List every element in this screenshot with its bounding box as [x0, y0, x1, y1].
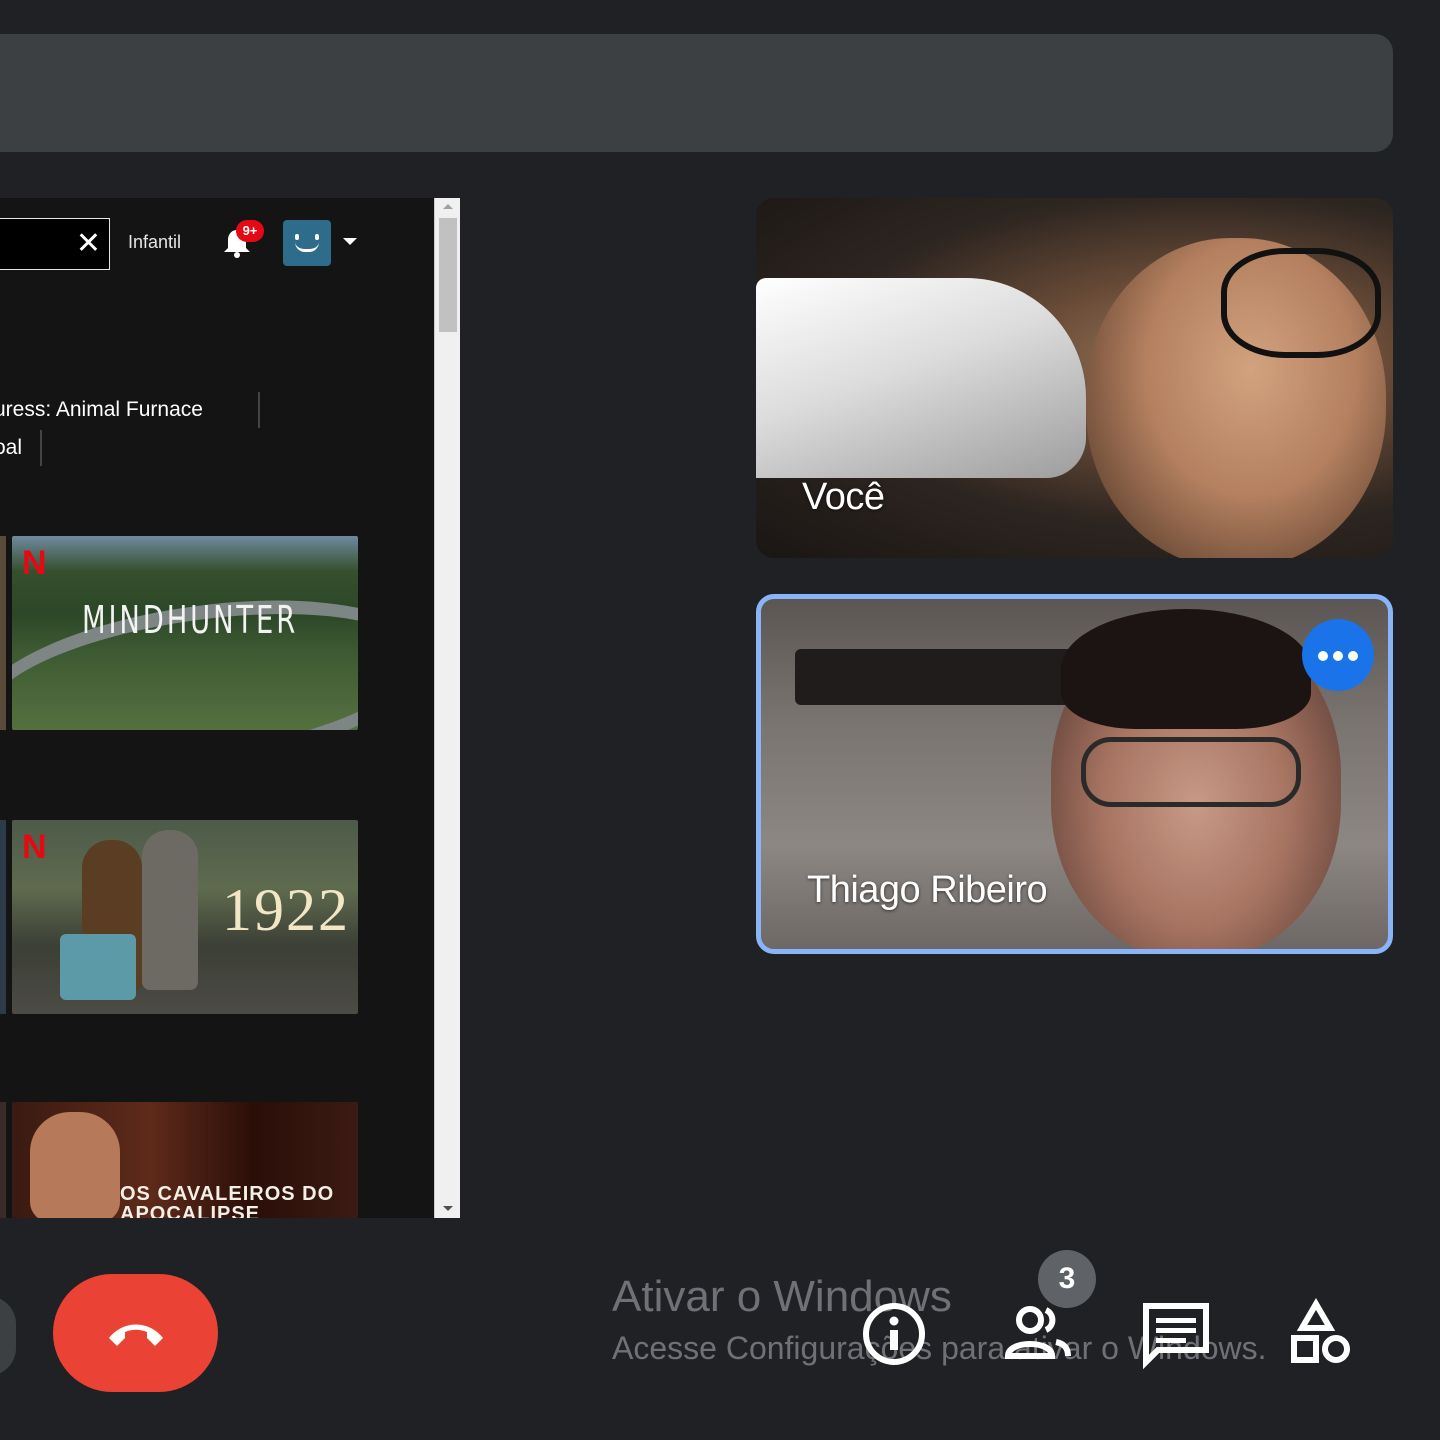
title-name: MINDHUNTER [82, 598, 299, 642]
scroll-up-arrow-icon[interactable] [435, 198, 461, 216]
title-name: OS CAVALEIROS DO APOCALIPSE [120, 1183, 335, 1218]
people-icon[interactable] [1000, 1296, 1076, 1372]
caret-down-icon[interactable] [343, 238, 357, 245]
scrollbar-thumb[interactable] [439, 218, 457, 332]
shared-screen: ✕ Infantil 9+ uress: Animal Furnace oal … [0, 198, 434, 1218]
netflix-header: ✕ Infantil 9+ [0, 198, 434, 274]
control-button-partial[interactable] [0, 1296, 16, 1376]
scrollbar[interactable] [434, 198, 460, 1218]
participant-tile-active-speaker[interactable]: Thiago Ribeiro [756, 594, 1393, 954]
hang-up-button[interactable] [53, 1274, 218, 1392]
title-tile[interactable]: OS CAVALEIROS DO APOCALIPSE [12, 1102, 358, 1218]
participant-name: Você [802, 476, 885, 518]
phone-hangup-icon [109, 1324, 163, 1346]
title-tile[interactable]: N 1922 [12, 820, 358, 1014]
participant-tile-self[interactable]: Você [756, 198, 1393, 558]
title-tile[interactable]: N MINDHUNTER [12, 536, 358, 730]
more-options-button[interactable] [1302, 619, 1374, 691]
search-input[interactable]: ✕ [0, 218, 110, 270]
title-tile-partial[interactable] [0, 536, 6, 730]
kids-link[interactable]: Infantil [128, 232, 181, 253]
profile-avatar[interactable] [283, 220, 331, 266]
title-name: 1922 [222, 877, 350, 943]
netflix-logo: N [22, 828, 47, 866]
notification-badge: 9+ [236, 220, 264, 242]
divider [258, 392, 260, 428]
activities-icon[interactable] [1280, 1296, 1356, 1372]
divider [40, 430, 42, 466]
suggestion-text[interactable]: oal [0, 436, 22, 460]
scroll-down-arrow-icon[interactable] [435, 1200, 461, 1218]
clear-search-icon[interactable]: ✕ [76, 229, 101, 259]
info-icon[interactable] [856, 1296, 932, 1372]
title-tile-partial[interactable] [0, 1102, 6, 1218]
top-bar [0, 34, 1393, 152]
chat-icon[interactable] [1138, 1296, 1214, 1372]
netflix-logo: N [22, 544, 47, 582]
title-tile-partial[interactable] [0, 820, 6, 1014]
participant-name: Thiago Ribeiro [807, 869, 1048, 911]
suggestion-text[interactable]: uress: Animal Furnace [0, 398, 203, 422]
